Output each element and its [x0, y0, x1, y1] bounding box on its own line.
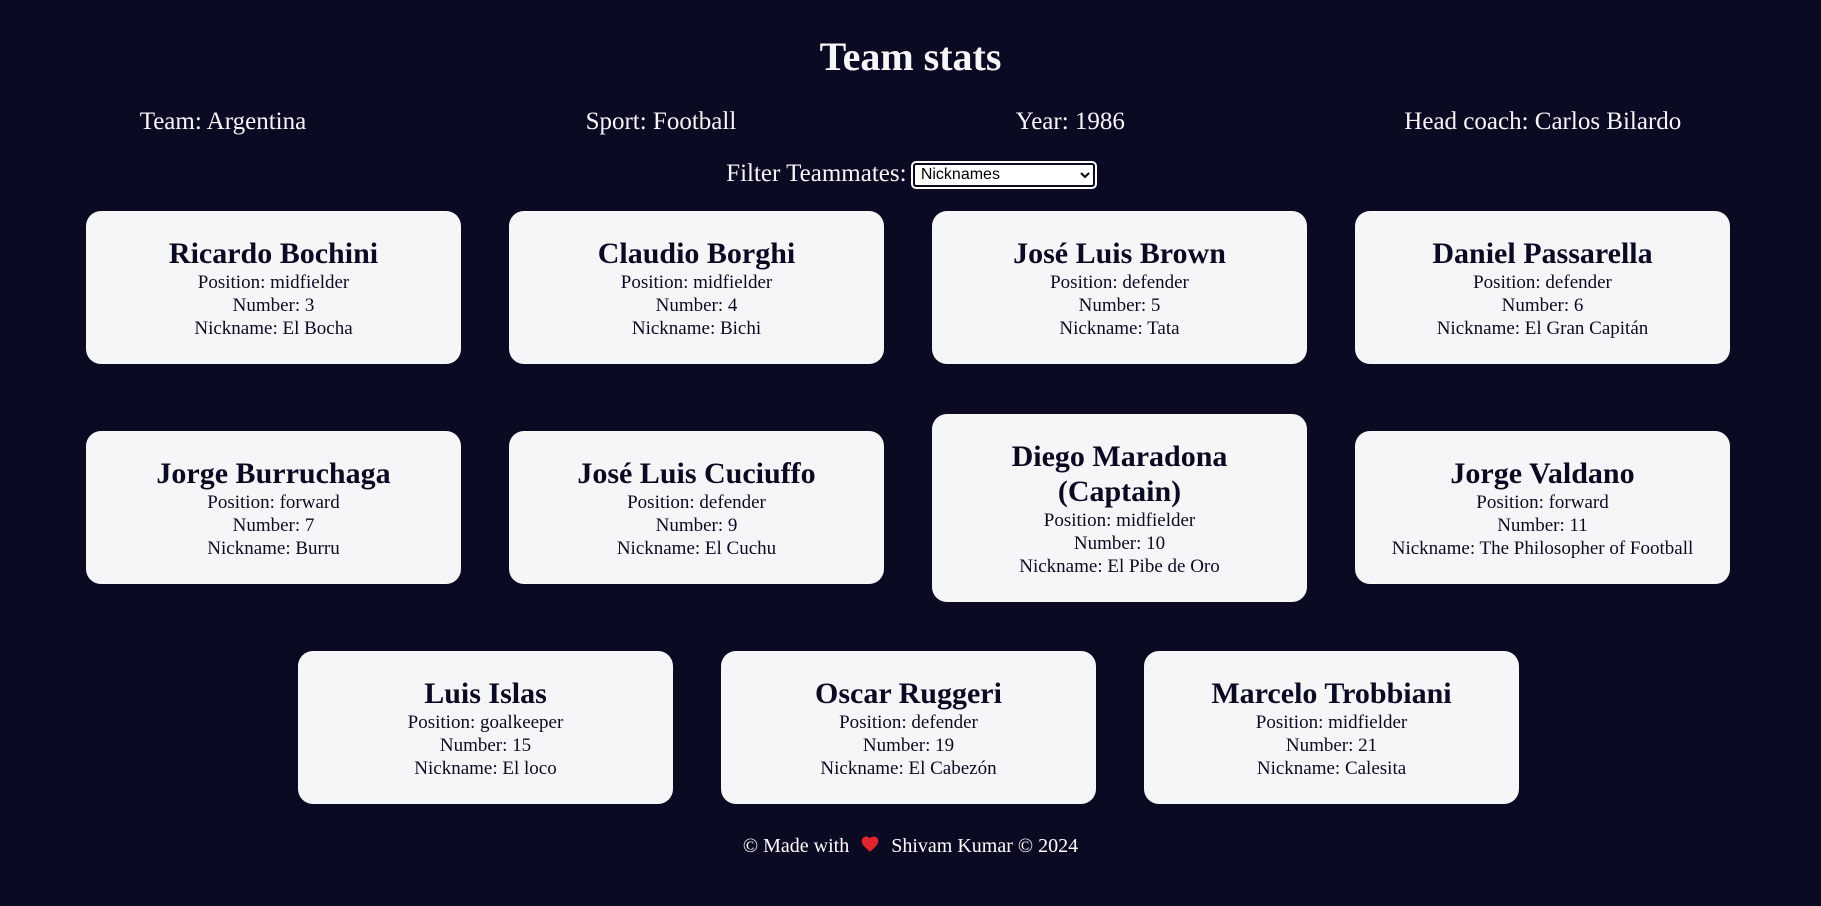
player-number: Number: 7	[232, 515, 315, 536]
player-position: Position: defender	[627, 492, 766, 513]
player-position: Position: forward	[1476, 492, 1609, 513]
player-nickname: Nickname: El loco	[414, 758, 557, 779]
player-card: Luis Islas Position: goalkeeper Number: …	[298, 651, 673, 804]
player-card: José Luis Cuciuffo Position: defender Nu…	[509, 431, 884, 584]
player-position: Position: goalkeeper	[407, 712, 564, 733]
head-coach: Head coach: Carlos Bilardo	[1404, 108, 1682, 135]
player-position: Position: defender	[839, 712, 978, 733]
player-card: José Luis Brown Position: defender Numbe…	[932, 211, 1307, 364]
player-name: José Luis Cuciuffo	[577, 457, 816, 490]
footer-suffix: Shivam Kumar © 2024	[891, 835, 1079, 857]
filter-row: Filter Teammates: Nicknames	[0, 159, 1821, 189]
player-name: Marcelo Trobbiani	[1211, 677, 1452, 710]
player-number: Number: 10	[1073, 533, 1166, 554]
player-number: Number: 5	[1078, 295, 1161, 316]
player-position: Position: midfielder	[620, 272, 773, 293]
player-number: Number: 6	[1501, 295, 1584, 316]
player-card-captain: Diego Maradona (Captain) Position: midfi…	[932, 414, 1307, 602]
player-position: Position: defender	[1473, 272, 1612, 293]
player-name: Claudio Borghi	[597, 237, 796, 270]
player-name: Ricardo Bochini	[168, 237, 379, 270]
player-nickname: Nickname: The Philosopher of Football	[1391, 538, 1694, 559]
player-card: Ricardo Bochini Position: midfielder Num…	[86, 211, 461, 364]
player-card: Claudio Borghi Position: midfielder Numb…	[509, 211, 884, 364]
team-name: Team: Argentina	[139, 108, 307, 135]
player-number: Number: 4	[655, 295, 738, 316]
player-number: Number: 15	[439, 735, 532, 756]
year: Year: 1986	[1015, 108, 1125, 135]
player-nickname: Nickname: Tata	[1059, 318, 1180, 339]
player-name: Diego Maradona (Captain)	[1011, 440, 1228, 508]
player-number: Number: 19	[862, 735, 955, 756]
player-nickname: Nickname: El Gran Capitán	[1436, 318, 1649, 339]
player-number: Number: 3	[232, 295, 315, 316]
player-position: Position: defender	[1050, 272, 1189, 293]
player-card: Oscar Ruggeri Position: defender Number:…	[721, 651, 1096, 804]
player-nickname: Nickname: El Cuchu	[616, 538, 777, 559]
heart-icon	[860, 834, 880, 854]
player-name: Oscar Ruggeri	[815, 677, 1002, 710]
player-nickname: Nickname: El Bocha	[194, 318, 353, 339]
player-name: Luis Islas	[424, 677, 547, 710]
player-card: Marcelo Trobbiani Position: midfielder N…	[1144, 651, 1519, 804]
player-card: Jorge Valdano Position: forward Number: …	[1355, 431, 1730, 584]
player-cards: Ricardo Bochini Position: midfielder Num…	[0, 189, 1821, 809]
footer-prefix: © Made with	[742, 835, 850, 857]
filter-select[interactable]: Nicknames	[910, 160, 1097, 189]
footer: © Made with Shivam Kumar © 2024	[0, 833, 1821, 859]
filter-label: Filter Teammates:	[726, 160, 907, 187]
player-name: Jorge Burruchaga	[156, 457, 391, 490]
sport: Sport: Football	[585, 108, 737, 135]
page-title: Team stats	[819, 34, 1002, 79]
player-position: Position: midfielder	[197, 272, 350, 293]
player-nickname: Nickname: Burru	[207, 538, 340, 559]
player-name: José Luis Brown	[1013, 237, 1226, 270]
player-name: Jorge Valdano	[1450, 457, 1635, 490]
player-nickname: Nickname: Calesita	[1256, 758, 1407, 779]
player-position: Position: midfielder	[1043, 510, 1196, 531]
player-number: Number: 9	[655, 515, 738, 536]
player-card: Daniel Passarella Position: defender Num…	[1355, 211, 1730, 364]
player-number: Number: 11	[1497, 515, 1588, 536]
player-nickname: Nickname: Bichi	[631, 318, 762, 339]
player-nickname: Nickname: El Cabezón	[820, 758, 997, 779]
player-name: Daniel Passarella	[1432, 237, 1653, 270]
team-info: Team: Argentina Sport: Football Year: 19…	[0, 107, 1821, 137]
player-card: Jorge Burruchaga Position: forward Numbe…	[86, 431, 461, 584]
player-nickname: Nickname: El Pibe de Oro	[1019, 556, 1220, 577]
player-position: Position: midfielder	[1255, 712, 1408, 733]
player-position: Position: forward	[207, 492, 340, 513]
player-number: Number: 21	[1285, 735, 1378, 756]
